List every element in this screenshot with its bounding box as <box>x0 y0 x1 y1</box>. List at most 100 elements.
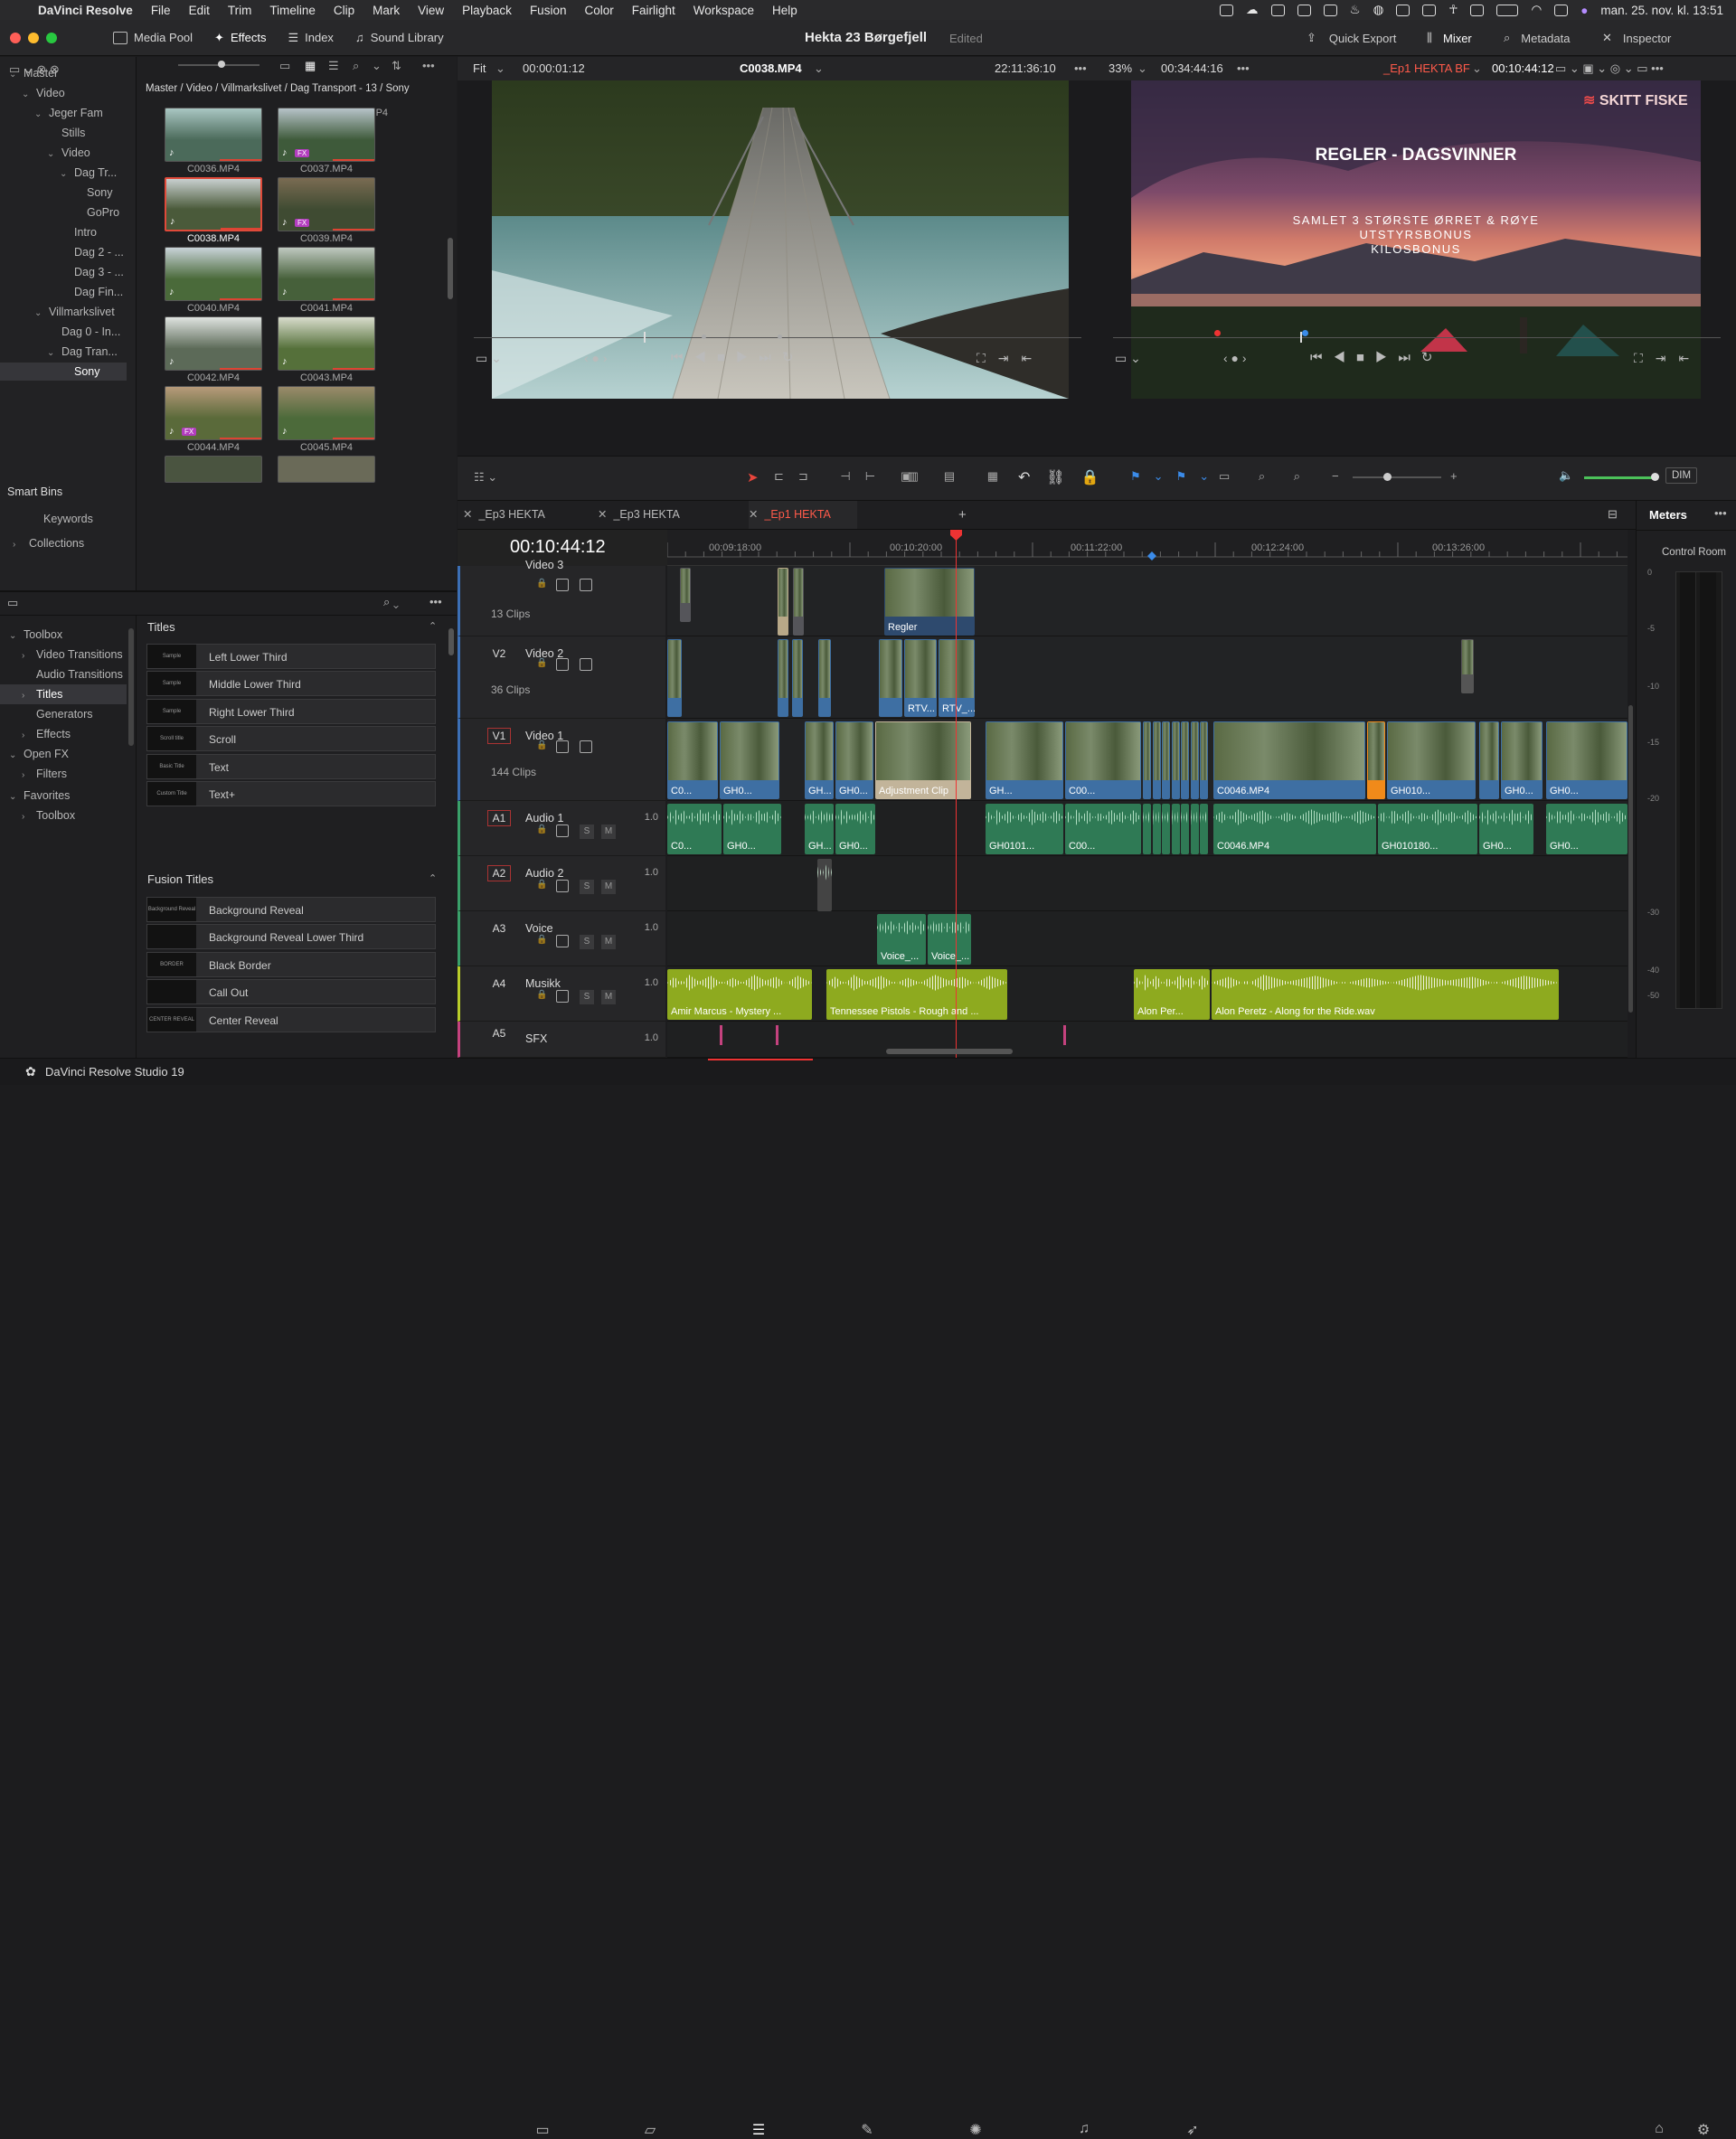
timeline-jog-icon[interactable]: ‹ ● › <box>1223 351 1247 365</box>
close-icon[interactable]: ✕ <box>598 508 607 521</box>
more-options-icon[interactable]: ••• <box>422 59 435 72</box>
edit-page-icon[interactable]: ☰ <box>750 2121 767 2138</box>
auto-select-icon[interactable] <box>556 935 569 947</box>
clip-thumbnail[interactable]: ♪ FX <box>165 386 262 440</box>
zoom-out-icon[interactable]: − <box>1332 469 1339 483</box>
track-id[interactable]: V1 <box>487 728 511 744</box>
video-clip[interactable] <box>1152 721 1161 799</box>
track-header-v3[interactable]: Video 3 🔒 13 Clips <box>458 559 665 636</box>
bin-item[interactable]: GoPro <box>0 203 127 221</box>
video-clip[interactable]: C00... <box>1065 721 1141 799</box>
minimize-window-button[interactable] <box>28 32 39 43</box>
mixer-button[interactable]: ⫼ Mixer <box>1427 20 1472 56</box>
effects-panel-toggle-icon[interactable]: ▭ <box>7 596 18 610</box>
menu-item[interactable]: Workspace <box>684 4 763 17</box>
volume-handle[interactable] <box>1651 473 1659 481</box>
bin-item[interactable]: Dag 3 - ... <box>0 263 127 281</box>
menu-item[interactable]: File <box>142 4 180 17</box>
chevron-down-icon[interactable]: ⌄ <box>1472 61 1482 76</box>
bin-item[interactable]: Sony <box>0 363 127 381</box>
home-icon[interactable]: ⌂ <box>1651 2121 1667 2137</box>
solo-button[interactable]: S <box>580 880 594 894</box>
video-clip[interactable]: C0046.MP4 <box>1213 721 1365 799</box>
thumb-size-handle[interactable] <box>218 61 225 68</box>
source-view-options-icon[interactable]: ▭ ⌄ <box>476 351 502 366</box>
source-playhead[interactable] <box>644 332 646 343</box>
video-clip[interactable] <box>778 568 788 636</box>
mute-button[interactable]: M <box>601 990 616 1004</box>
fusion-title-template[interactable]: CENTER REVEAL Center Reveal <box>146 1006 436 1032</box>
track-visibility-icon[interactable] <box>580 658 592 671</box>
quick-export-button[interactable]: ⇪ Quick Export <box>1307 20 1396 56</box>
metadata-button[interactable]: ⌕ Metadata <box>1504 20 1570 56</box>
sort-icon[interactable]: ⇅ <box>392 59 401 73</box>
menu-item[interactable]: Fairlight <box>623 4 684 17</box>
edit-mode-icons[interactable]: ▣ ▤ ▦ <box>901 469 1013 484</box>
track-id[interactable]: V2 <box>487 645 511 662</box>
track-header-v2[interactable]: V2 Video 2 🔒 36 Clips <box>458 636 665 719</box>
effects-search-icon[interactable]: ⌕ ⌄ <box>383 595 399 609</box>
source-zoom-dropdown[interactable]: Fit <box>473 61 486 75</box>
volume-icon[interactable]: 🔈 <box>1559 468 1573 483</box>
clip-thumbnail[interactable]: ♪ <box>165 177 262 231</box>
audio-clip[interactable]: GH0101... <box>986 804 1063 854</box>
cut-page-icon[interactable]: ▱ <box>642 2121 658 2138</box>
bin-item[interactable]: Dag 0 - In... <box>0 323 127 341</box>
track-name[interactable]: Video 3 <box>525 559 563 571</box>
track-name[interactable]: Musikk <box>525 977 561 990</box>
mute-button[interactable]: M <box>601 825 616 839</box>
clip-thumbnail[interactable]: ♪ <box>165 108 262 162</box>
flame-icon[interactable]: ♨ <box>1350 3 1361 17</box>
effects-subcategory[interactable]: › Toolbox <box>0 806 127 825</box>
auto-select-icon[interactable] <box>556 579 569 591</box>
clip-thumbnail[interactable]: ♪ <box>278 247 375 301</box>
title-template[interactable]: Sample Right Lower Third <box>146 698 436 724</box>
index-button[interactable]: ☰ Index <box>277 20 344 56</box>
timeline-name[interactable]: _Ep1 HEKTA BF <box>1383 61 1470 75</box>
search-icon[interactable]: ⌕ <box>353 59 359 73</box>
title-template[interactable]: Basic Title Text <box>146 753 436 779</box>
bin-item[interactable]: ⌄ Video <box>0 84 127 102</box>
chevron-down-icon[interactable]: ⌄ <box>814 61 824 76</box>
status-icon[interactable] <box>1323 4 1337 16</box>
audio-clip[interactable] <box>1162 804 1170 854</box>
video-clip[interactable]: GH0... <box>1501 721 1543 799</box>
source-jog-icon[interactable]: ‹ ● › <box>584 351 608 365</box>
lock-icon[interactable]: 🔒 <box>536 880 547 890</box>
bin-item[interactable]: Dag Fin... <box>0 283 127 301</box>
auto-select-icon[interactable] <box>556 880 569 892</box>
timeline-options-icon[interactable]: ☷ ⌄ <box>474 470 497 485</box>
lock-icon[interactable]: 🔒 <box>536 740 547 750</box>
status-icon[interactable] <box>1297 4 1311 16</box>
video-clip[interactable]: GH0... <box>720 721 779 799</box>
track-visibility-icon[interactable] <box>580 740 592 753</box>
bin-item[interactable]: ⌄ Master <box>0 64 127 82</box>
sfx-clip-edge[interactable] <box>720 1025 722 1045</box>
fusion-page-icon[interactable]: ✎ <box>859 2121 875 2138</box>
video-clip[interactable] <box>1367 721 1385 799</box>
timeline-view-options-icon[interactable]: ▭ ⌄ <box>1115 351 1141 366</box>
add-timeline-tab-icon[interactable]: + <box>958 507 967 523</box>
cloud-icon[interactable]: ☁ <box>1246 3 1259 17</box>
collections-bin[interactable]: › Collections <box>13 537 84 550</box>
effects-subcategory[interactable]: › Titles <box>0 684 127 704</box>
blue-marker[interactable] <box>1302 330 1308 336</box>
track-header-a4[interactable]: A4 Musikk 1.0 🔒 S M <box>458 966 665 1022</box>
lock-icon[interactable]: 🔒 <box>536 935 547 945</box>
timeline-v-scrollbar[interactable] <box>1628 705 1633 1013</box>
audio-clip[interactable]: GH0... <box>1479 804 1533 854</box>
timeline-tab[interactable]: ✕_Ep3 HEKTA BFTeaser⌄ <box>463 501 594 549</box>
clip-thumbnail[interactable] <box>278 456 375 483</box>
timeline-playhead[interactable] <box>956 530 957 1058</box>
control-center-icon[interactable] <box>1554 4 1569 16</box>
inspector-button[interactable]: ✕ Inspector <box>1602 20 1671 56</box>
effects-more-icon[interactable]: ••• <box>429 595 442 608</box>
timeline-tab[interactable]: ✕_Ep3 HEKTA BFTeaser Vert⌄ <box>598 501 729 549</box>
effects-scrollbar[interactable] <box>448 628 454 655</box>
audio-clip[interactable] <box>1200 804 1208 854</box>
media-pool-button[interactable]: Media Pool <box>102 20 203 56</box>
video-clip[interactable] <box>1171 721 1180 799</box>
snapping-linking-icons[interactable]: ↶⛓🔒 <box>1018 468 1116 486</box>
track-name[interactable]: Voice <box>525 922 553 935</box>
music-clip[interactable]: Alon Per... <box>1134 969 1210 1020</box>
